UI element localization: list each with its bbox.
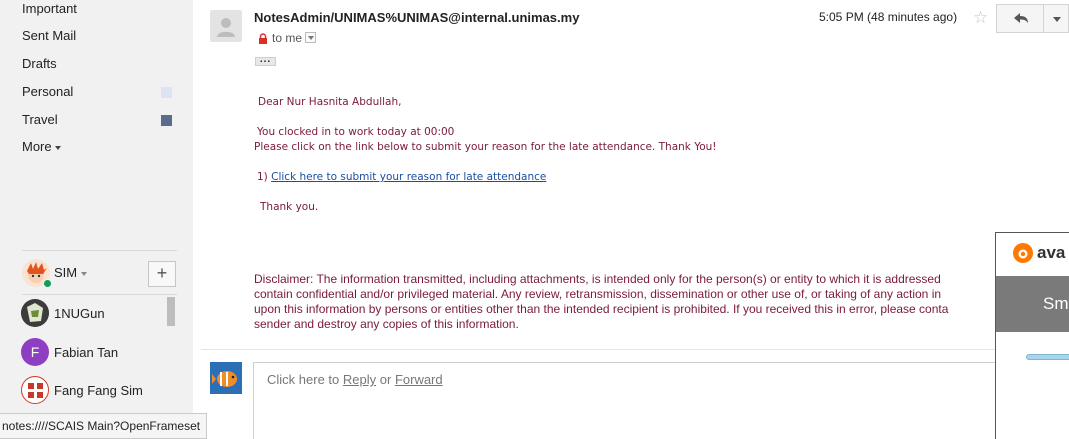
clock-in-text: You clocked in to work today at 00:00 <box>257 126 455 138</box>
avast-banner: Sm <box>996 276 1069 332</box>
contacts-scrollbar[interactable] <box>167 297 175 326</box>
greeting-text: Dear Nur Hasnita Abdullah, <box>258 96 402 108</box>
reply-prompt: Click here to Reply or Forward <box>267 372 443 387</box>
link-line: 1) Click here to submit your reason for … <box>257 171 546 183</box>
lock-icon <box>258 33 268 47</box>
nav-travel[interactable]: Travel <box>22 111 58 129</box>
hangouts-user[interactable]: SIM <box>54 265 88 280</box>
avast-progress-bar <box>1026 354 1069 360</box>
disclaimer: Disclaimer: The information transmitted,… <box>254 272 948 332</box>
chevron-down-icon <box>54 145 61 150</box>
reply-link[interactable]: Reply <box>343 372 376 387</box>
sender-avatar[interactable] <box>210 10 242 42</box>
hangouts-divider <box>22 294 177 295</box>
message-divider <box>201 349 1069 350</box>
reply-box[interactable]: Click here to Reply or Forward <box>253 362 1069 439</box>
instruction-text: Please click on the link below to submit… <box>254 141 717 153</box>
travel-label-swatch[interactable] <box>161 115 172 126</box>
nav-more[interactable]: More <box>22 138 61 156</box>
star-icon[interactable]: ☆ <box>973 8 988 28</box>
submit-reason-link[interactable]: Click here to submit your reason for lat… <box>271 171 546 183</box>
contact-avatar <box>21 299 49 327</box>
contact-name: 1NUGun <box>54 306 105 321</box>
avast-banner-text: Sm <box>1043 294 1069 313</box>
reply-icon <box>1014 13 1028 23</box>
to-label: to me <box>272 31 303 45</box>
contact-item[interactable]: F Fabian Tan <box>20 338 180 368</box>
reply-or: or <box>379 372 392 387</box>
sender-address[interactable]: NotesAdmin/UNIMAS%UNIMAS@internal.unimas… <box>254 10 579 25</box>
nav-sent-mail[interactable]: Sent Mail <box>22 27 76 45</box>
contact-avatar <box>21 376 49 404</box>
disclaimer-line: Disclaimer: The information transmitted,… <box>254 272 941 286</box>
contact-item[interactable]: 1NUGun <box>20 299 180 329</box>
contact-name: Fang Fang Sim <box>54 383 143 398</box>
message-timestamp: 5:05 PM (48 minutes ago) <box>819 10 958 24</box>
nav-drafts[interactable]: Drafts <box>22 55 57 73</box>
hangouts-header: SIM + <box>22 259 182 289</box>
contact-item[interactable]: Fang Fang Sim <box>20 376 180 406</box>
reply-button[interactable] <box>996 4 1044 33</box>
avast-popup[interactable]: ava Sm <box>995 232 1069 439</box>
status-bar-url: notes:////SCAIS Main?OpenFrameset <box>0 413 208 439</box>
show-details-icon[interactable] <box>305 32 317 43</box>
avast-logo-icon <box>1012 242 1034 264</box>
disclaimer-line: contain confidential and/or privileged m… <box>254 287 942 301</box>
more-actions-button[interactable] <box>1043 4 1069 33</box>
sidebar: Important Sent Mail Drafts Personal Trav… <box>0 0 193 439</box>
my-avatar <box>210 362 242 394</box>
show-trimmed-content-button[interactable]: ... <box>255 55 276 66</box>
more-label: More <box>22 139 52 154</box>
disclaimer-line: sender and destroy any copies of this in… <box>254 317 519 331</box>
link-prefix: 1) <box>257 171 268 183</box>
hangouts-user-name: SIM <box>54 265 78 280</box>
chevron-down-icon <box>81 271 88 276</box>
avast-brand: ava <box>1037 243 1066 262</box>
personal-label-swatch[interactable] <box>161 87 172 98</box>
disclaimer-line: upon this information by persons or enti… <box>254 302 949 316</box>
reply-prompt-prefix: Click here to <box>267 372 340 387</box>
contact-avatar: F <box>21 338 49 366</box>
forward-link[interactable]: Forward <box>395 372 443 387</box>
thanks-text: Thank you. <box>260 201 319 213</box>
avast-header: ava <box>996 233 1069 275</box>
recipient-line[interactable]: to me <box>258 31 317 47</box>
nav-important[interactable]: Important <box>22 0 77 18</box>
online-status-icon <box>43 279 52 288</box>
sidebar-divider <box>22 250 177 251</box>
add-contact-button[interactable]: + <box>148 261 176 287</box>
contact-name: Fabian Tan <box>54 345 119 360</box>
nav-personal[interactable]: Personal <box>22 83 73 101</box>
